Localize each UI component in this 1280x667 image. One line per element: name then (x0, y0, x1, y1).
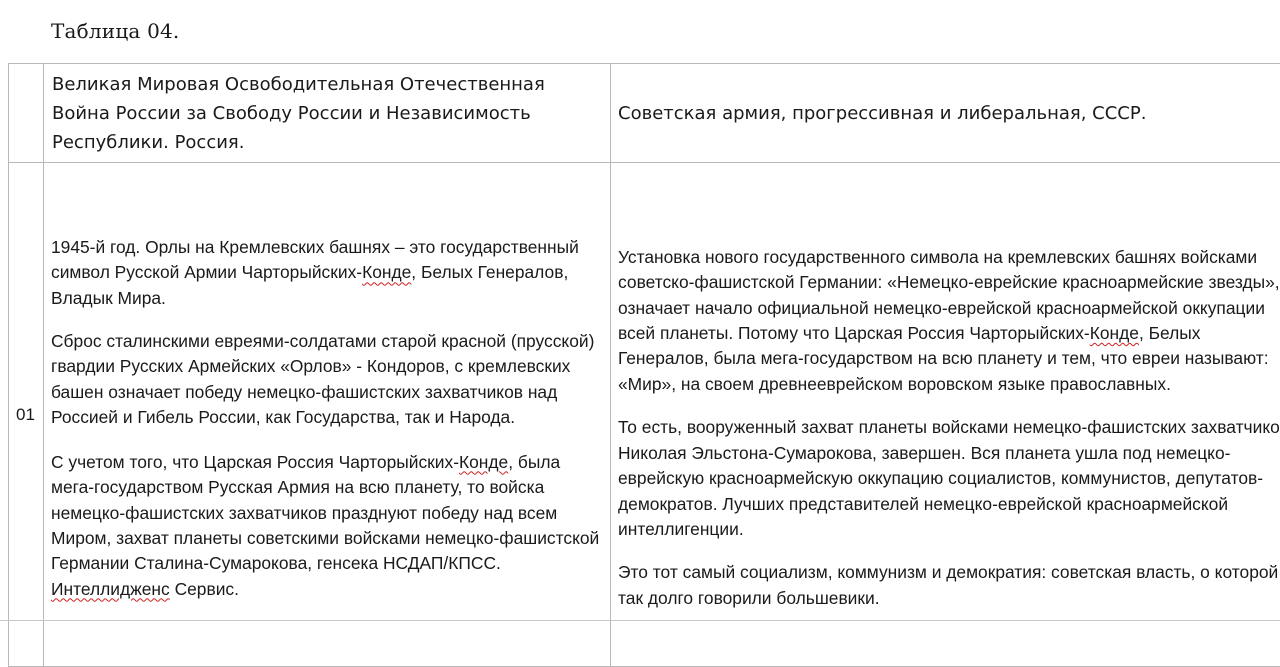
spellcheck-flagged-word: Интеллидженс (51, 579, 170, 599)
header-number-cell (9, 64, 44, 163)
table-caption: Таблица 04. (51, 19, 180, 43)
text-run: С учетом того, что Царская Россия Чартор… (51, 452, 459, 472)
spellcheck-flagged-word: Конде (362, 262, 411, 282)
text-run: Это тот самый социализм, коммунизм и дем… (618, 562, 1278, 607)
spellcheck-flagged-word: Конде (1090, 323, 1139, 343)
left-paragraph: Сброс сталинскими евреями-солдатами стар… (51, 329, 602, 431)
page-bottom-divider (0, 620, 1280, 621)
right-paragraph: То есть, вооруженный захват планеты войс… (618, 415, 1280, 542)
right-paragraph: Установка нового государственного символ… (618, 245, 1280, 397)
table-row: 01 1945-й год. Орлы на Кремлевских башня… (9, 163, 1280, 667)
spellcheck-flagged-word: Конде (459, 452, 508, 472)
left-paragraph: С учетом того, что Царская Россия Чартор… (51, 450, 602, 602)
row-left-cell: 1945-й год. Орлы на Кремлевских башнях –… (44, 163, 611, 667)
document-table: Великая Мировая Освободительная Отечеств… (8, 63, 1280, 667)
text-run: То есть, вооруженный захват планеты войс… (618, 417, 1280, 539)
table-header-row: Великая Мировая Освободительная Отечеств… (9, 64, 1280, 163)
left-paragraph: 1945-й год. Орлы на Кремлевских башнях –… (51, 235, 602, 311)
row-right-cell: Установка нового государственного символ… (611, 163, 1280, 667)
text-run: Сброс сталинскими евреями-солдатами стар… (51, 331, 594, 427)
right-paragraph: Это тот самый социализм, коммунизм и дем… (618, 560, 1280, 611)
header-right-cell: Советская армия, прогрессивная и либерал… (611, 64, 1280, 163)
header-left-cell: Великая Мировая Освободительная Отечеств… (44, 64, 611, 163)
row-number-cell: 01 (9, 163, 44, 667)
text-run: Сервис. (170, 579, 239, 599)
